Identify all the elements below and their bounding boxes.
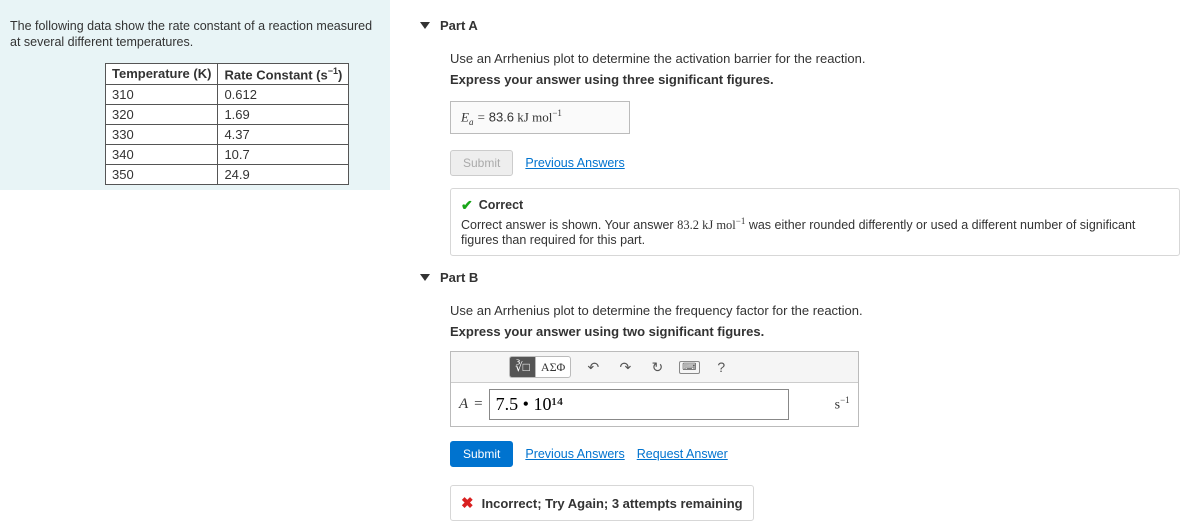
part-a-feedback: ✔ Correct Correct answer is shown. Your … [450, 188, 1180, 256]
feedback-message: Correct answer is shown. Your answer 83.… [461, 216, 1169, 247]
check-icon: ✔ [461, 197, 473, 214]
part-a-answer-display: Ea = 83.6 kJ mol−1 [450, 101, 630, 134]
templates-button[interactable]: ∛□ [509, 356, 535, 378]
undo-icon[interactable]: ↶ [583, 357, 603, 377]
part-b-instruction: Use an Arrhenius plot to determine the f… [450, 303, 1190, 318]
keyboard-icon[interactable]: ⌨ [679, 357, 699, 377]
help-icon[interactable]: ? [711, 357, 731, 377]
chevron-down-icon [420, 274, 430, 281]
col-temperature: Temperature (K) [106, 63, 218, 84]
part-a-previous-answers-link[interactable]: Previous Answers [525, 156, 624, 170]
chevron-down-icon [420, 22, 430, 29]
part-a-header[interactable]: Part A [420, 18, 1190, 33]
part-b-answer-input[interactable] [489, 389, 789, 420]
redo-icon[interactable]: ↷ [615, 357, 635, 377]
col-rate-constant: Rate Constant (s−1) [218, 63, 349, 84]
problem-panel: The following data show the rate constan… [0, 0, 390, 190]
feedback-title-text: Correct [479, 198, 523, 212]
equation-unit: s−1 [835, 395, 850, 414]
part-a-submit-button: Submit [450, 150, 513, 176]
equation-lhs: A [459, 396, 468, 413]
equation-eq: = [474, 396, 482, 413]
problem-statement: The following data show the rate constan… [10, 18, 380, 51]
part-a-instruction: Use an Arrhenius plot to determine the a… [450, 51, 1190, 66]
part-a-title: Part A [440, 18, 478, 33]
table-row: 34010.7 [106, 144, 349, 164]
equation-toolbar: ∛□ ΑΣΦ ↶ ↷ ↻ ⌨ ? [451, 352, 858, 383]
part-b-feedback: ✖ Incorrect; Try Again; 3 attempts remai… [450, 485, 754, 521]
table-row: 3304.37 [106, 124, 349, 144]
table-row: 3201.69 [106, 104, 349, 124]
data-table: Temperature (K) Rate Constant (s−1) 3100… [105, 63, 349, 185]
table-row: 35024.9 [106, 164, 349, 184]
part-b-express: Express your answer using two significan… [450, 324, 1190, 339]
part-b-request-answer-link[interactable]: Request Answer [637, 447, 728, 461]
reset-icon[interactable]: ↻ [647, 357, 667, 377]
part-a-express: Express your answer using three signific… [450, 72, 1190, 87]
incorrect-text: Incorrect; Try Again; 3 attempts remaini… [482, 496, 743, 511]
part-b-submit-button[interactable]: Submit [450, 441, 513, 467]
part-b-previous-answers-link[interactable]: Previous Answers [525, 447, 624, 461]
part-b-title: Part B [440, 270, 478, 285]
part-b-input-container: ∛□ ΑΣΦ ↶ ↷ ↻ ⌨ ? A = s−1 [450, 351, 859, 427]
cross-icon: ✖ [461, 494, 474, 512]
table-row: 3100.612 [106, 84, 349, 104]
parts-panel: Part A Use an Arrhenius plot to determin… [390, 0, 1200, 504]
part-b-header[interactable]: Part B [420, 270, 1190, 285]
greek-button[interactable]: ΑΣΦ [535, 356, 571, 378]
